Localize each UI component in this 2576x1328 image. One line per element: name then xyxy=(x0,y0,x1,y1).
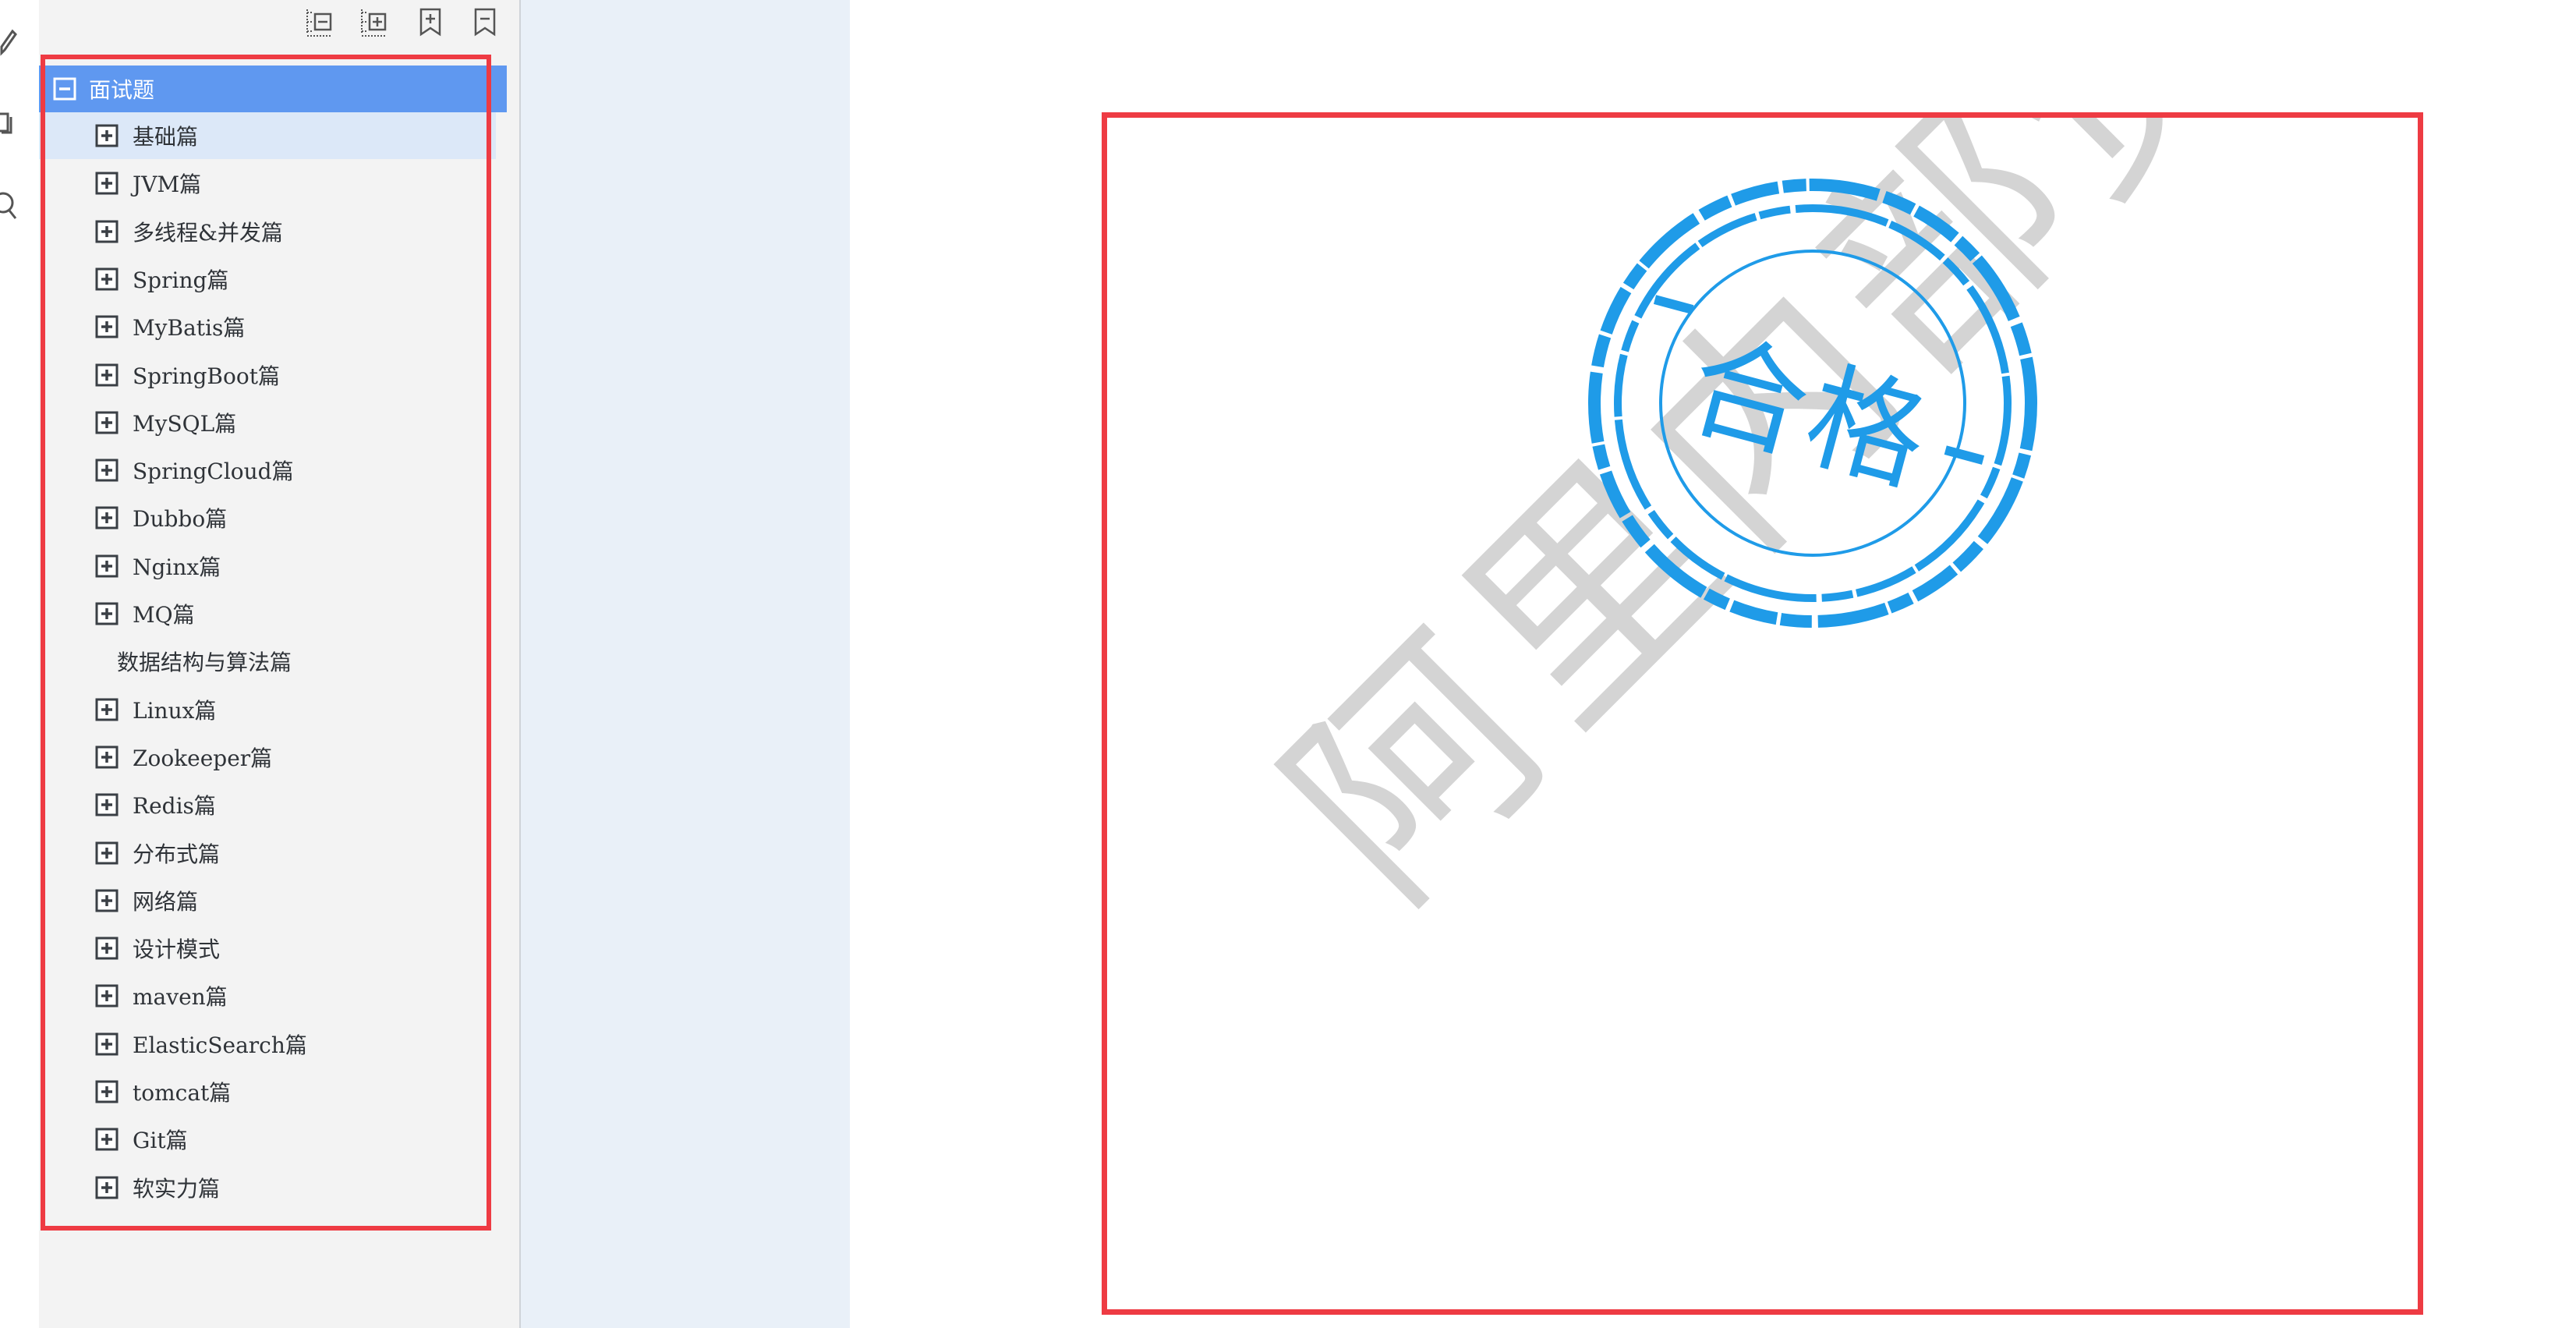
tree-item-label: 基础篇 xyxy=(133,124,199,150)
expand-toggle-icon[interactable] xyxy=(95,1080,119,1103)
tree-item-label: Spring篇 xyxy=(133,267,229,293)
tree-item-label: SpringCloud篇 xyxy=(133,459,294,485)
add-bookmark-icon[interactable] xyxy=(413,5,448,39)
expand-toggle-icon[interactable] xyxy=(95,984,119,1008)
expand-toggle-icon[interactable] xyxy=(95,220,119,243)
tree-item-label: Git篇 xyxy=(133,1128,188,1154)
expand-toggle-icon[interactable] xyxy=(95,459,119,482)
tree-item-label: MySQL篇 xyxy=(133,410,237,437)
tree-item-label: Redis篇 xyxy=(133,793,216,820)
left-rail xyxy=(0,0,39,1328)
tree-root-node[interactable]: 面试题 xyxy=(39,66,507,112)
tree-root-label: 面试题 xyxy=(89,77,155,103)
tree-item-label: MyBatis篇 xyxy=(133,315,246,342)
tree-item[interactable]: Dubbo篇 xyxy=(39,494,496,541)
tree-item[interactable]: 设计模式 xyxy=(39,925,496,972)
copy-icon[interactable] xyxy=(0,108,19,143)
bookmark-panel: 面试题 基础篇 JVM篇多线程&并发篇 Spring篇 MyBatis篇 SpringB… xyxy=(39,0,521,1328)
tree-item[interactable]: Git篇 xyxy=(39,1116,496,1163)
expand-toggle-icon[interactable] xyxy=(95,1032,119,1056)
edit-icon[interactable] xyxy=(0,23,19,59)
tree-item[interactable]: Spring篇 xyxy=(39,256,496,303)
expand-toggle-icon[interactable] xyxy=(95,554,119,578)
tree-item-label: 数据结构与算法篇 xyxy=(117,650,292,676)
remove-bookmark-icon[interactable] xyxy=(468,5,502,39)
tree-item-label: ElasticSearch篇 xyxy=(133,1032,307,1058)
collapse-toggle-icon[interactable] xyxy=(53,77,76,101)
panel-toolbar xyxy=(39,0,519,44)
expand-toggle-icon[interactable] xyxy=(95,124,119,147)
tree-item[interactable]: 分布式篇 xyxy=(39,830,496,876)
tree-item[interactable]: JVM篇 xyxy=(39,160,496,207)
expand-toggle-icon[interactable] xyxy=(95,745,119,769)
expand-toggle-icon[interactable] xyxy=(95,698,119,721)
expand-toggle-icon[interactable] xyxy=(95,602,119,625)
tree-item[interactable]: ElasticSearch篇 xyxy=(39,1021,496,1068)
tree-item-label: maven篇 xyxy=(133,984,228,1011)
expand-toggle-icon[interactable] xyxy=(95,937,119,960)
collapse-all-icon[interactable] xyxy=(303,5,337,39)
expand-toggle-icon[interactable] xyxy=(95,267,119,291)
tree-item-label: Nginx篇 xyxy=(133,554,221,580)
tree-item[interactable]: 多线程&并发篇 xyxy=(39,208,496,255)
tree-item[interactable]: 网络篇 xyxy=(39,877,496,924)
tree-item[interactable]: Nginx篇 xyxy=(39,543,496,590)
tree-item-label: SpringBoot篇 xyxy=(133,363,280,389)
expand-toggle-icon[interactable] xyxy=(95,172,119,195)
expand-toggle-icon[interactable] xyxy=(95,841,119,865)
tree-item[interactable]: 软实力篇 xyxy=(39,1164,496,1211)
tree-item[interactable]: MQ篇 xyxy=(39,590,496,637)
page-gutter xyxy=(521,0,850,1328)
tree-item-label: Linux篇 xyxy=(133,697,217,724)
tree-item-label: 分布式篇 xyxy=(133,841,221,867)
tree-item-label: 多线程&并发篇 xyxy=(133,219,283,246)
expand-toggle-icon[interactable] xyxy=(95,1176,119,1199)
tree-item-label: 网络篇 xyxy=(133,888,199,915)
tree-item[interactable]: Redis篇 xyxy=(39,781,496,828)
tree-item[interactable]: MyBatis篇 xyxy=(39,303,496,350)
tree-item-label: JVM篇 xyxy=(133,172,202,198)
tree-item[interactable]: 数据结构与算法篇 xyxy=(39,638,496,685)
tree-item-label: 设计模式 xyxy=(133,937,221,963)
expand-toggle-icon[interactable] xyxy=(95,315,119,338)
tree-item[interactable]: tomcat篇 xyxy=(39,1068,496,1115)
expand-toggle-icon[interactable] xyxy=(95,506,119,529)
tree-item[interactable]: Zookeeper篇 xyxy=(39,734,496,781)
search-icon[interactable] xyxy=(0,187,19,223)
expand-toggle-icon[interactable] xyxy=(95,889,119,912)
tree-item-label: Zookeeper篇 xyxy=(133,745,273,771)
tree-item[interactable]: MySQL篇 xyxy=(39,399,496,446)
expand-toggle-icon[interactable] xyxy=(95,411,119,434)
approval-stamp: 合格 xyxy=(1587,177,2039,629)
tree-item[interactable]: 基础篇 xyxy=(39,112,496,159)
tree-item-label: 软实力篇 xyxy=(133,1175,221,1202)
document-page: 阿里内部资料 合格 xyxy=(1102,112,2423,1315)
tree-item-label: MQ篇 xyxy=(133,602,195,628)
tree-item[interactable]: SpringCloud篇 xyxy=(39,447,496,494)
expand-toggle-icon[interactable] xyxy=(95,793,119,816)
tree-item-label: Dubbo篇 xyxy=(133,506,228,533)
tree-item[interactable]: Linux篇 xyxy=(39,686,496,733)
expand-toggle-icon[interactable] xyxy=(95,363,119,387)
tree-item[interactable]: maven篇 xyxy=(39,972,496,1019)
expand-toggle-icon[interactable] xyxy=(95,1128,119,1151)
tree-item[interactable]: SpringBoot篇 xyxy=(39,352,496,398)
expand-all-icon[interactable] xyxy=(357,5,391,39)
tree-item-label: tomcat篇 xyxy=(133,1080,232,1106)
